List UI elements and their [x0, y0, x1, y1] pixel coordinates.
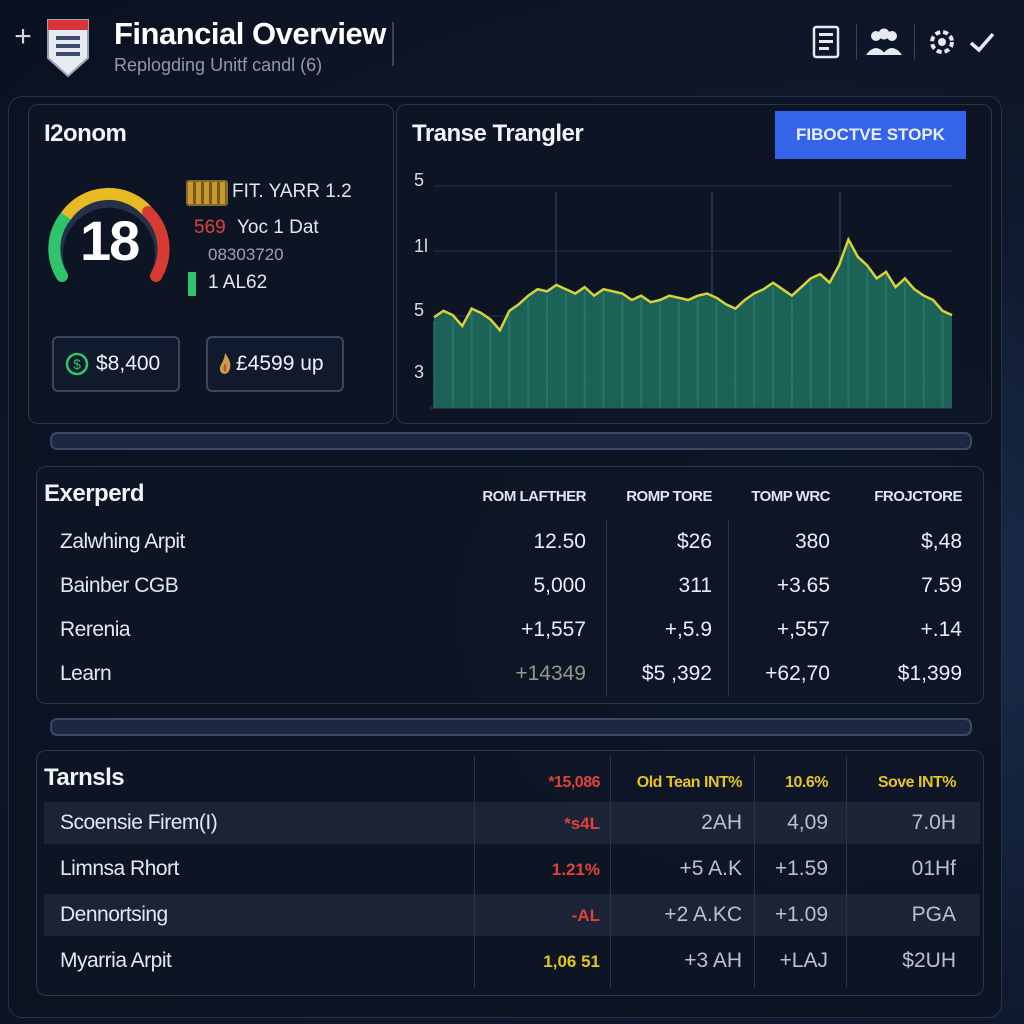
status-bar [188, 272, 196, 296]
table-cell: 12.50 [533, 530, 586, 553]
header-separator [856, 24, 857, 60]
row-label: Myarria Arpit [60, 949, 172, 972]
y-tick-label: 1l [414, 236, 428, 256]
row-label: Learn [60, 662, 112, 685]
balance-value: $8,400 [96, 352, 161, 375]
table-cell: +14349 [515, 662, 586, 685]
table-cell: +,557 [776, 618, 830, 641]
column-header[interactable]: FROJCTORE [874, 488, 962, 505]
column-header[interactable]: TOMP WRC [751, 488, 830, 505]
row-label: Zalwhing Arpit [60, 530, 185, 553]
page-subtitle: Replogding Unitf candl (6) [114, 55, 323, 75]
change-pill[interactable]: £4599 up [206, 336, 344, 392]
column-header[interactable]: 10.6% [785, 774, 828, 792]
balance-pill[interactable]: $ $8,400 [52, 336, 180, 392]
plus-icon[interactable]: + [8, 22, 38, 52]
table-cell: $2UH [902, 949, 956, 972]
table-cell: +62,70 [765, 662, 830, 685]
table-row[interactable] [40, 570, 978, 610]
table-cell: +1,557 [521, 618, 586, 641]
row-label: Bainber CGB [60, 574, 179, 597]
table-cell: +LAJ [779, 949, 828, 972]
row-label: Scoensie Firem(I) [60, 811, 218, 834]
dollar-coin-icon: $ [65, 352, 89, 376]
column-header[interactable]: Sove INT% [878, 774, 957, 792]
gauge-value: 18 [80, 209, 140, 272]
trend-title: Transe Trangler [412, 120, 584, 147]
metric-line-4: 1 AL62 [208, 272, 268, 293]
table-cell: 311 [678, 574, 712, 597]
metric-line-2-label: Yoc 1 Dat [236, 217, 319, 238]
row-label: Limnsa Rhort [60, 857, 179, 880]
table-cell: +1.59 [774, 857, 828, 880]
table-cell: +3 AH [684, 949, 742, 972]
row-label: Dennortsing [60, 903, 168, 926]
table-cell: 7.59 [921, 574, 962, 597]
document-icon[interactable] [806, 24, 846, 60]
trends-title: Tarnsls [44, 764, 125, 791]
change-value: £4599 up [236, 352, 324, 375]
table-cell: 2AH [701, 811, 742, 834]
card-icon [186, 180, 228, 206]
table-cell: 4,09 [787, 811, 828, 834]
svg-text:$: $ [73, 356, 81, 372]
table-cell: -AL [571, 906, 600, 925]
flame-icon [219, 353, 231, 374]
y-tick-label: 5 [414, 300, 424, 320]
expense-title: Exerperd [44, 480, 145, 507]
table-row[interactable] [40, 658, 978, 698]
table-cell: 1,06 51 [543, 952, 600, 971]
metric-line-3: 08303720 [208, 245, 284, 264]
table-cell: +.14 [920, 618, 962, 641]
column-divider [606, 520, 607, 696]
page-title: Financial Overview [114, 16, 386, 51]
table-cell: 7.0H [911, 811, 956, 834]
column-divider [728, 520, 729, 696]
y-tick-label: 3 [414, 362, 424, 382]
summary-title: I2onom [44, 120, 127, 147]
series-area [434, 239, 952, 408]
effective-stock-button[interactable]: FIBOCTVE STOPK [775, 111, 966, 159]
table-cell: $26 [676, 530, 712, 553]
metric-line-2: 569 Yoc 1 Dat [194, 217, 319, 239]
table-row[interactable] [40, 614, 978, 654]
header-divider [392, 22, 394, 66]
table-row[interactable] [44, 940, 980, 982]
metric-line-2-value: 569 [194, 217, 226, 238]
table-cell: 1.21% [551, 860, 600, 879]
table-cell: +3.65 [776, 574, 830, 597]
y-tick-label: 5 [414, 170, 424, 190]
horizontal-scrollbar[interactable] [50, 718, 972, 736]
column-header[interactable]: Old Tean INT% [637, 774, 743, 792]
column-header[interactable]: *15,086 [548, 774, 600, 792]
shield-logo-icon [47, 19, 89, 78]
team-icon[interactable] [864, 24, 904, 60]
table-cell: 01Hf [911, 857, 956, 880]
trend-chart: 5 1l 5 3 [414, 170, 953, 409]
table-cell: +,5.9 [664, 618, 712, 641]
gear-icon[interactable] [922, 24, 962, 60]
column-header[interactable]: ROM LAFTHER [482, 488, 586, 505]
table-row[interactable] [44, 894, 980, 936]
table-cell: +5 A.K [679, 857, 742, 880]
check-icon[interactable] [962, 24, 1002, 60]
table-cell: +2 A.KC [664, 903, 742, 926]
table-cell: *s4L [564, 814, 600, 833]
table-cell: 5,000 [533, 574, 586, 597]
column-header[interactable]: ROMP TORE [626, 488, 712, 505]
table-cell: $1,399 [897, 662, 962, 685]
table-cell: $5 ,392 [641, 662, 712, 685]
horizontal-scrollbar[interactable] [50, 432, 972, 450]
table-cell: $,48 [921, 530, 962, 553]
table-row[interactable] [44, 848, 980, 890]
table-cell: 380 [794, 530, 830, 553]
table-cell: PGA [911, 903, 956, 926]
metric-line-1: FIT. YARR 1.2 [232, 181, 352, 202]
table-cell: +1.09 [774, 903, 828, 926]
header-separator [914, 24, 915, 60]
row-label: Rerenia [60, 618, 131, 641]
